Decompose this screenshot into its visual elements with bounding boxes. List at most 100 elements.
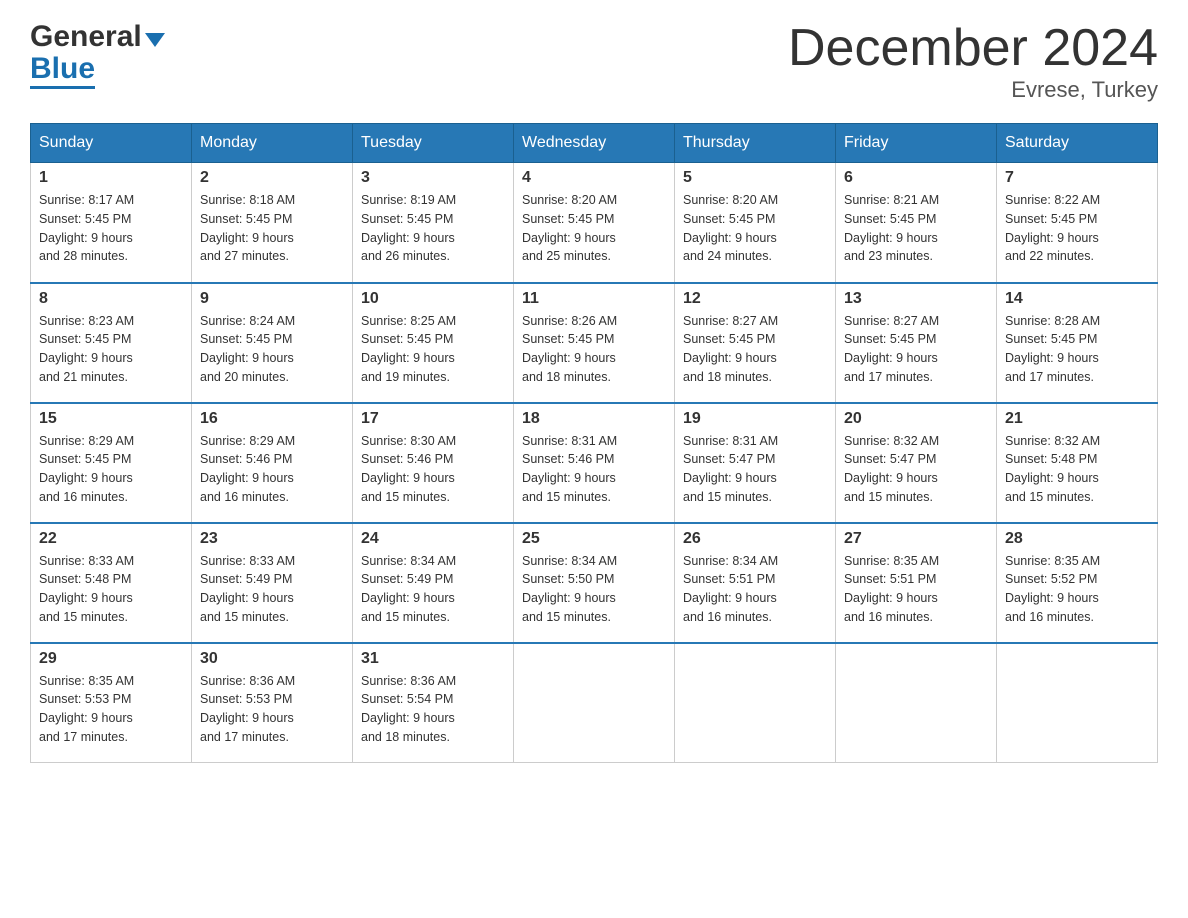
day-number: 29 bbox=[39, 650, 183, 668]
day-info: Sunrise: 8:31 AMSunset: 5:47 PMDaylight:… bbox=[683, 432, 827, 507]
day-info: Sunrise: 8:27 AMSunset: 5:45 PMDaylight:… bbox=[844, 312, 988, 387]
week-row-4: 22 Sunrise: 8:33 AMSunset: 5:48 PMDayligh… bbox=[31, 523, 1158, 643]
calendar-cell: 23 Sunrise: 8:33 AMSunset: 5:49 PMDayligh… bbox=[192, 523, 353, 643]
day-info: Sunrise: 8:34 AMSunset: 5:51 PMDaylight:… bbox=[683, 552, 827, 627]
calendar-cell: 5 Sunrise: 8:20 AMSunset: 5:45 PMDaylight… bbox=[675, 163, 836, 283]
calendar-cell: 7 Sunrise: 8:22 AMSunset: 5:45 PMDaylight… bbox=[997, 163, 1158, 283]
week-row-2: 8 Sunrise: 8:23 AMSunset: 5:45 PMDaylight… bbox=[31, 283, 1158, 403]
day-number: 25 bbox=[522, 530, 666, 548]
day-number: 10 bbox=[361, 290, 505, 308]
day-info: Sunrise: 8:26 AMSunset: 5:45 PMDaylight:… bbox=[522, 312, 666, 387]
calendar-cell: 6Sunrise: 8:21 AMSunset: 5:45 PMDaylight… bbox=[836, 163, 997, 283]
weekday-header-row: SundayMondayTuesdayWednesdayThursdayFrid… bbox=[31, 124, 1158, 163]
day-info: Sunrise: 8:36 AMSunset: 5:54 PMDaylight:… bbox=[361, 672, 505, 747]
day-number: 9 bbox=[200, 290, 344, 308]
calendar-cell: 10 Sunrise: 8:25 AMSunset: 5:45 PMDayligh… bbox=[353, 283, 514, 403]
day-number: 4 bbox=[522, 169, 666, 187]
day-number: 8 bbox=[39, 290, 183, 308]
calendar-cell bbox=[836, 643, 997, 763]
calendar-cell: 3 Sunrise: 8:19 AMSunset: 5:45 PMDaylight… bbox=[353, 163, 514, 283]
day-number: 18 bbox=[522, 410, 666, 428]
week-row-5: 29 Sunrise: 8:35 AMSunset: 5:53 PMDayligh… bbox=[31, 643, 1158, 763]
calendar-cell: 26Sunrise: 8:34 AMSunset: 5:51 PMDayligh… bbox=[675, 523, 836, 643]
day-number: 11 bbox=[522, 290, 666, 308]
day-number: 27 bbox=[844, 530, 988, 548]
calendar-cell: 18Sunrise: 8:31 AMSunset: 5:46 PMDayligh… bbox=[514, 403, 675, 523]
day-info: Sunrise: 8:17 AMSunset: 5:45 PMDaylight:… bbox=[39, 191, 183, 266]
day-info: Sunrise: 8:35 AMSunset: 5:53 PMDaylight:… bbox=[39, 672, 183, 747]
weekday-header-wednesday: Wednesday bbox=[514, 124, 675, 163]
day-number: 24 bbox=[361, 530, 505, 548]
calendar-cell bbox=[514, 643, 675, 763]
day-info: Sunrise: 8:20 AMSunset: 5:45 PMDaylight:… bbox=[683, 191, 827, 266]
calendar-cell: 31 Sunrise: 8:36 AMSunset: 5:54 PMDayligh… bbox=[353, 643, 514, 763]
day-info: Sunrise: 8:35 AMSunset: 5:52 PMDaylight:… bbox=[1005, 552, 1149, 627]
day-info: Sunrise: 8:25 AMSunset: 5:45 PMDaylight:… bbox=[361, 312, 505, 387]
weekday-header-monday: Monday bbox=[192, 124, 353, 163]
calendar-cell: 30 Sunrise: 8:36 AMSunset: 5:53 PMDayligh… bbox=[192, 643, 353, 763]
weekday-header-sunday: Sunday bbox=[31, 124, 192, 163]
day-info: Sunrise: 8:36 AMSunset: 5:53 PMDaylight:… bbox=[200, 672, 344, 747]
calendar-cell: 24 Sunrise: 8:34 AMSunset: 5:49 PMDayligh… bbox=[353, 523, 514, 643]
day-info: Sunrise: 8:21 AMSunset: 5:45 PMDaylight:… bbox=[844, 191, 988, 266]
day-number: 3 bbox=[361, 169, 505, 187]
calendar-cell: 1Sunrise: 8:17 AMSunset: 5:45 PMDaylight… bbox=[31, 163, 192, 283]
calendar-cell: 22 Sunrise: 8:33 AMSunset: 5:48 PMDayligh… bbox=[31, 523, 192, 643]
day-number: 13 bbox=[844, 290, 988, 308]
day-info: Sunrise: 8:32 AMSunset: 5:48 PMDaylight:… bbox=[1005, 432, 1149, 507]
day-info: Sunrise: 8:22 AMSunset: 5:45 PMDaylight:… bbox=[1005, 191, 1149, 266]
day-info: Sunrise: 8:24 AMSunset: 5:45 PMDaylight:… bbox=[200, 312, 344, 387]
day-number: 14 bbox=[1005, 290, 1149, 308]
calendar-cell: 16 Sunrise: 8:29 AMSunset: 5:46 PMDayligh… bbox=[192, 403, 353, 523]
day-info: Sunrise: 8:23 AMSunset: 5:45 PMDaylight:… bbox=[39, 312, 183, 387]
page-header: General Blue December 2024 Evrese, Turke… bbox=[30, 20, 1158, 103]
day-number: 23 bbox=[200, 530, 344, 548]
weekday-header-friday: Friday bbox=[836, 124, 997, 163]
day-info: Sunrise: 8:29 AMSunset: 5:46 PMDaylight:… bbox=[200, 432, 344, 507]
calendar-cell: 15 Sunrise: 8:29 AMSunset: 5:45 PMDayligh… bbox=[31, 403, 192, 523]
day-number: 17 bbox=[361, 410, 505, 428]
location-text: Evrese, Turkey bbox=[788, 77, 1158, 103]
logo: General Blue bbox=[30, 20, 165, 89]
weekday-header-tuesday: Tuesday bbox=[353, 124, 514, 163]
day-info: Sunrise: 8:33 AMSunset: 5:48 PMDaylight:… bbox=[39, 552, 183, 627]
weekday-header-saturday: Saturday bbox=[997, 124, 1158, 163]
day-number: 31 bbox=[361, 650, 505, 668]
day-number: 15 bbox=[39, 410, 183, 428]
day-number: 2 bbox=[200, 169, 344, 187]
day-info: Sunrise: 8:28 AMSunset: 5:45 PMDaylight:… bbox=[1005, 312, 1149, 387]
logo-general-text: General bbox=[30, 20, 142, 54]
day-info: Sunrise: 8:19 AMSunset: 5:45 PMDaylight:… bbox=[361, 191, 505, 266]
calendar-cell: 19Sunrise: 8:31 AMSunset: 5:47 PMDayligh… bbox=[675, 403, 836, 523]
calendar-cell: 9 Sunrise: 8:24 AMSunset: 5:45 PMDaylight… bbox=[192, 283, 353, 403]
calendar-cell: 13 Sunrise: 8:27 AMSunset: 5:45 PMDayligh… bbox=[836, 283, 997, 403]
logo-arrow-icon bbox=[145, 33, 165, 47]
title-area: December 2024 Evrese, Turkey bbox=[788, 20, 1158, 103]
calendar-cell: 14 Sunrise: 8:28 AMSunset: 5:45 PMDayligh… bbox=[997, 283, 1158, 403]
day-info: Sunrise: 8:29 AMSunset: 5:45 PMDaylight:… bbox=[39, 432, 183, 507]
day-info: Sunrise: 8:32 AMSunset: 5:47 PMDaylight:… bbox=[844, 432, 988, 507]
weekday-header-thursday: Thursday bbox=[675, 124, 836, 163]
day-number: 5 bbox=[683, 169, 827, 187]
day-number: 16 bbox=[200, 410, 344, 428]
day-number: 7 bbox=[1005, 169, 1149, 187]
calendar-cell: 25Sunrise: 8:34 AMSunset: 5:50 PMDayligh… bbox=[514, 523, 675, 643]
day-info: Sunrise: 8:27 AMSunset: 5:45 PMDaylight:… bbox=[683, 312, 827, 387]
calendar-cell: 11 Sunrise: 8:26 AMSunset: 5:45 PMDayligh… bbox=[514, 283, 675, 403]
day-number: 22 bbox=[39, 530, 183, 548]
month-title: December 2024 bbox=[788, 20, 1158, 77]
calendar-cell: 21Sunrise: 8:32 AMSunset: 5:48 PMDayligh… bbox=[997, 403, 1158, 523]
logo-blue-text: Blue bbox=[30, 54, 95, 89]
calendar-cell: 27Sunrise: 8:35 AMSunset: 5:51 PMDayligh… bbox=[836, 523, 997, 643]
calendar-cell: 12Sunrise: 8:27 AMSunset: 5:45 PMDayligh… bbox=[675, 283, 836, 403]
day-number: 20 bbox=[844, 410, 988, 428]
calendar-cell: 29 Sunrise: 8:35 AMSunset: 5:53 PMDayligh… bbox=[31, 643, 192, 763]
day-number: 28 bbox=[1005, 530, 1149, 548]
day-info: Sunrise: 8:30 AMSunset: 5:46 PMDaylight:… bbox=[361, 432, 505, 507]
day-info: Sunrise: 8:34 AMSunset: 5:49 PMDaylight:… bbox=[361, 552, 505, 627]
week-row-3: 15 Sunrise: 8:29 AMSunset: 5:45 PMDayligh… bbox=[31, 403, 1158, 523]
day-number: 30 bbox=[200, 650, 344, 668]
day-info: Sunrise: 8:33 AMSunset: 5:49 PMDaylight:… bbox=[200, 552, 344, 627]
calendar-cell: 8 Sunrise: 8:23 AMSunset: 5:45 PMDaylight… bbox=[31, 283, 192, 403]
day-info: Sunrise: 8:20 AMSunset: 5:45 PMDaylight:… bbox=[522, 191, 666, 266]
